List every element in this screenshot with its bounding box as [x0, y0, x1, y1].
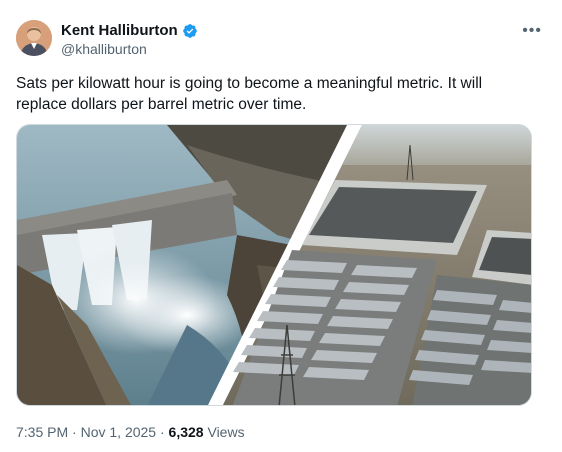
author-row: Kent Halliburton	[61, 22, 198, 39]
tweet: Kent Halliburton @khalliburton ••• Sats …	[0, 0, 562, 452]
views-label: Views	[207, 424, 245, 440]
more-horizontal-icon[interactable]: •••	[522, 22, 542, 40]
author-name[interactable]: Kent Halliburton	[61, 22, 178, 39]
meta-separator: ·	[72, 424, 77, 440]
avatar[interactable]	[16, 20, 52, 56]
tweet-date[interactable]: Nov 1, 2025	[81, 424, 157, 440]
meta-separator: ·	[159, 424, 165, 440]
views-count: 6,328	[168, 424, 204, 440]
tweet-time[interactable]: 7:35 PM	[16, 424, 68, 440]
tweet-image[interactable]	[16, 124, 532, 406]
avatar-image	[16, 20, 52, 56]
verified-badge-icon	[182, 23, 198, 39]
tweet-meta: 7:35 PM · Nov 1, 2025 · 6,328 Views	[16, 424, 245, 440]
author-handle[interactable]: @khalliburton	[61, 41, 147, 57]
hydro-dam-and-datacenter-image	[17, 125, 531, 405]
tweet-text: Sats per kilowatt hour is going to becom…	[16, 75, 483, 113]
